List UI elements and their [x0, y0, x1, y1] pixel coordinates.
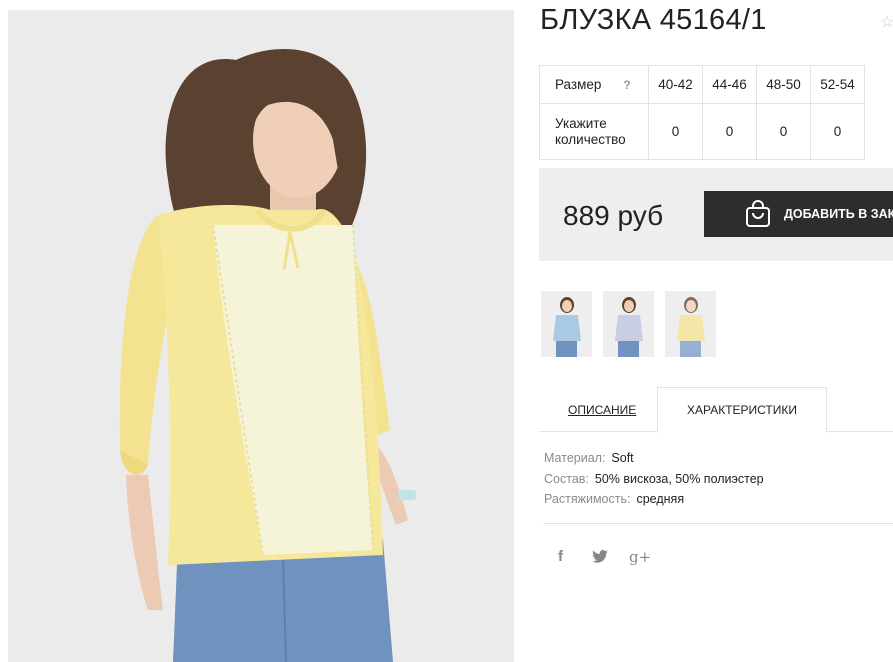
quantity-input[interactable]: 0: [756, 103, 811, 160]
facebook-icon[interactable]: f: [558, 548, 563, 565]
googleplus-icon[interactable]: g+: [629, 548, 651, 566]
size-label: Размер: [555, 77, 602, 92]
product-tabs: ОПИСАНИЕ ХАРАКТЕРИСТИКИ: [539, 387, 893, 433]
size-cell: 52-54: [810, 65, 865, 104]
size-cell: 44-46: [702, 65, 757, 104]
spec-key: Состав:: [544, 471, 589, 486]
tab-description[interactable]: ОПИСАНИЕ: [568, 403, 636, 417]
size-label-cell: Размер?: [539, 65, 649, 104]
spec-key: Растяжимость:: [544, 492, 631, 506]
size-cell: 40-42: [648, 65, 703, 104]
star-icon[interactable]: ☆: [880, 12, 893, 32]
product-title: БЛУЗКА 45164/1: [540, 4, 767, 36]
spec-value: 50% вискоза, 50% полиэстер: [594, 471, 764, 486]
add-to-cart-label: ДОБАВИТЬ В ЗАКАЗ: [784, 207, 893, 221]
size-quantity-table: Размер? 40-42 44-46 48-50 52-54 Укажите …: [539, 65, 865, 160]
tab-characteristics[interactable]: ХАРАКТЕРИСТИКИ: [657, 387, 827, 433]
quantity-input[interactable]: 0: [648, 103, 703, 160]
product-price: 889 руб: [563, 200, 664, 231]
add-to-cart-button[interactable]: ДОБАВИТЬ В ЗАКАЗ: [704, 191, 893, 237]
model-photo-illustration: [8, 10, 514, 662]
spec-value: Soft: [611, 451, 634, 465]
thumbnail-lilac[interactable]: [603, 291, 654, 357]
quantity-label: Укажите количество: [539, 103, 649, 160]
thumbnail-blue[interactable]: [541, 291, 592, 357]
spec-row: Состав: 50% вискоза, 50% полиэстер: [544, 469, 764, 490]
twitter-icon[interactable]: [592, 550, 608, 567]
spec-row: Материал: Soft: [544, 448, 764, 469]
thumbnail-yellow[interactable]: [665, 291, 716, 357]
spec-value: средняя: [636, 492, 685, 506]
spec-key: Материал:: [544, 451, 606, 465]
size-help-icon[interactable]: ?: [623, 78, 630, 92]
size-cell: 48-50: [756, 65, 811, 104]
quantity-input[interactable]: 0: [702, 103, 757, 160]
spec-row: Растяжимость: средняя: [544, 489, 764, 510]
price-panel: 889 руб ДОБАВИТЬ В ЗАКАЗ: [539, 168, 893, 261]
section-divider: [543, 523, 893, 524]
shopping-bag-icon: [745, 200, 771, 231]
product-main-image[interactable]: [8, 10, 514, 662]
quantity-input[interactable]: 0: [810, 103, 865, 160]
characteristics-list: Материал: Soft Состав: 50% вискоза, 50% по…: [544, 448, 764, 510]
